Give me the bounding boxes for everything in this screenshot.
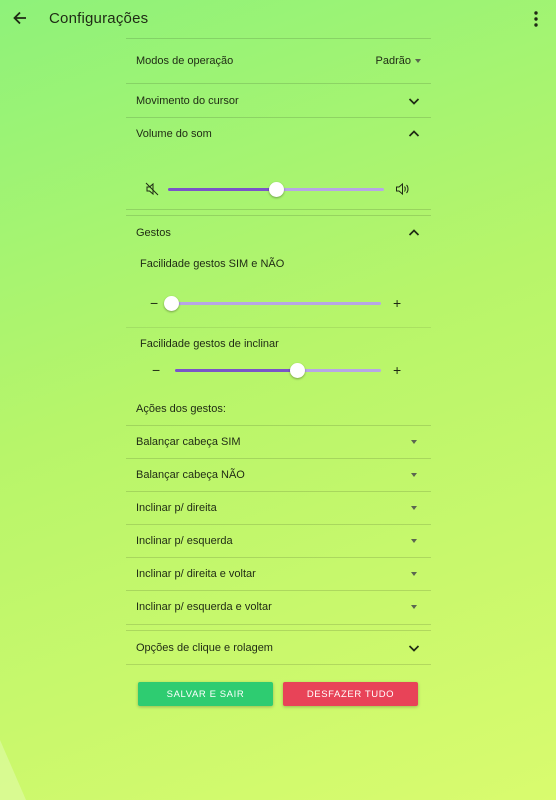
gesture-action-tilt-left-return[interactable]: Inclinar p/ esquerda e voltar: [126, 591, 431, 623]
gesture-action-label: Balançar cabeça SIM: [136, 436, 241, 448]
divider: [126, 624, 431, 625]
cursor-movement-section[interactable]: Movimento do cursor: [126, 84, 431, 118]
click-scroll-label: Opções de clique e rolagem: [136, 642, 273, 654]
divider: [126, 38, 431, 39]
volume-slider-thumb[interactable]: [269, 182, 284, 197]
volume-section[interactable]: Volume do som: [126, 117, 431, 151]
volume-slider-fill: [168, 188, 276, 191]
gesture-action-yes[interactable]: Balançar cabeça SIM: [126, 426, 431, 458]
dropdown-caret-icon: [411, 506, 417, 510]
operation-mode-label: Modos de operação: [136, 55, 234, 67]
gesture-action-no[interactable]: Balançar cabeça NÃO: [126, 459, 431, 491]
click-scroll-section[interactable]: Opções de clique e rolagem: [126, 631, 431, 665]
app-bar: Configurações: [0, 0, 556, 38]
gesture-action-label: Inclinar p/ direita: [136, 502, 217, 514]
yes-no-sensitivity-label: Facilidade gestos SIM e NÃO: [140, 258, 285, 270]
gesture-action-tilt-left[interactable]: Inclinar p/ esquerda: [126, 525, 431, 557]
divider: [126, 327, 431, 328]
gesture-actions-label: Ações dos gestos:: [136, 403, 226, 415]
increase-yes-no-button[interactable]: +: [393, 296, 401, 310]
dropdown-caret-icon: [411, 473, 417, 477]
gesture-action-label: Balançar cabeça NÃO: [136, 469, 245, 481]
divider: [126, 209, 431, 210]
chevron-up-icon: [408, 229, 420, 236]
dropdown-caret-icon: [411, 572, 417, 576]
increase-tilt-button[interactable]: +: [393, 363, 401, 377]
volume-label: Volume do som: [136, 128, 212, 140]
more-options-icon[interactable]: [528, 9, 544, 29]
yes-no-slider-thumb[interactable]: [164, 296, 179, 311]
gesture-action-label: Inclinar p/ esquerda: [136, 535, 233, 547]
tilt-slider-fill: [175, 369, 297, 372]
undo-all-button[interactable]: DESFAZER TUDO: [283, 682, 418, 706]
yes-no-sensitivity-slider[interactable]: [164, 296, 381, 311]
cursor-movement-label: Movimento do cursor: [136, 95, 239, 107]
decrease-yes-no-button[interactable]: −: [150, 296, 158, 310]
chevron-down-icon: [408, 98, 420, 105]
operation-mode-value[interactable]: Padrão: [376, 55, 411, 67]
gestures-section[interactable]: Gestos: [126, 216, 431, 250]
chevron-up-icon: [408, 130, 420, 137]
background-corner: [0, 740, 26, 800]
volume-up-icon[interactable]: [395, 182, 410, 196]
tilt-sensitivity-label: Facilidade gestos de inclinar: [140, 338, 279, 350]
tilt-sensitivity-slider[interactable]: [175, 363, 381, 378]
dropdown-caret-icon: [411, 440, 417, 444]
gesture-action-tilt-right[interactable]: Inclinar p/ direita: [126, 492, 431, 524]
gesture-action-label: Inclinar p/ direita e voltar: [136, 568, 256, 580]
dropdown-caret-icon: [411, 605, 417, 609]
back-arrow-icon[interactable]: [10, 8, 30, 28]
save-and-exit-button[interactable]: SALVAR E SAIR: [138, 682, 273, 706]
volume-slider[interactable]: [168, 182, 384, 197]
dropdown-caret-icon: [411, 539, 417, 543]
chevron-down-icon: [408, 645, 420, 652]
tilt-slider-thumb[interactable]: [289, 363, 305, 378]
gesture-action-label: Inclinar p/ esquerda e voltar: [136, 601, 272, 613]
operation-mode-row[interactable]: Modos de operação Padrão: [126, 44, 431, 78]
page-title: Configurações: [49, 10, 149, 27]
decrease-tilt-button[interactable]: −: [152, 363, 160, 377]
gesture-action-tilt-right-return[interactable]: Inclinar p/ direita e voltar: [126, 558, 431, 590]
volume-mute-icon[interactable]: [145, 182, 159, 196]
gestures-label: Gestos: [136, 227, 171, 239]
dropdown-caret-icon: [415, 59, 421, 63]
